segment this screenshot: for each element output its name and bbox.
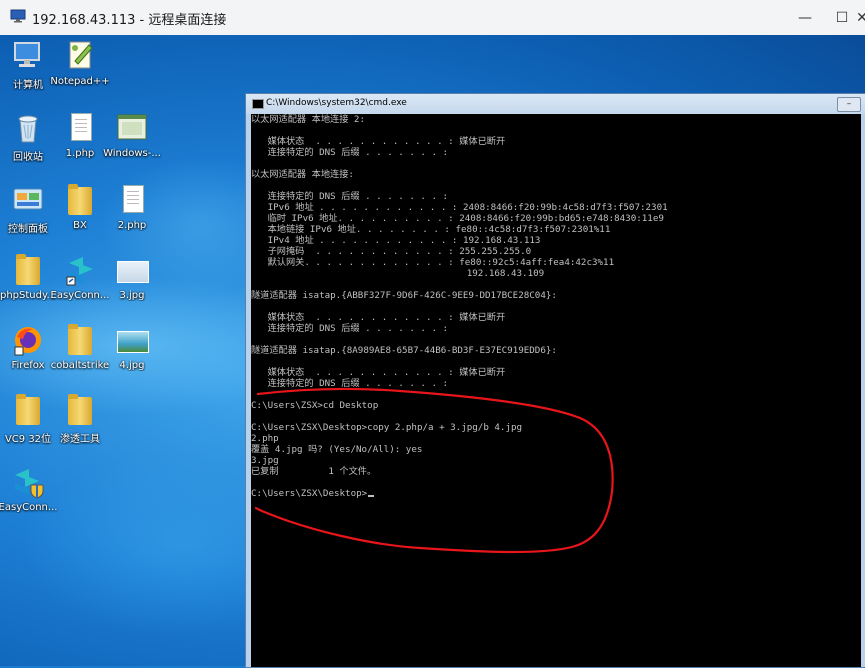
- console-line: 以太网适配器 本地连接:: [251, 169, 354, 180]
- console-line: 192.168.43.109: [251, 268, 545, 279]
- console-line: 连接特定的 DNS 后缀 . . . . . . . :: [251, 147, 449, 158]
- console-line: IPv6 地址 . . . . . . . . . . . . : 2408:8…: [251, 202, 668, 213]
- console-line: 隧道适配器 isatap.{8A989AE8-65B7-44B6-BD3F-E3…: [251, 345, 557, 356]
- close-button[interactable]: ✕: [852, 0, 865, 35]
- easyconnect-shield-icon: [15, 469, 44, 499]
- folder-icon: [68, 184, 92, 215]
- cmd-window-title: C:\Windows\system32\cmd.exe: [266, 98, 407, 108]
- console-line: 本地链接 IPv6 地址. . . . . . . . : fe80::4c58…: [251, 224, 611, 235]
- windows-app-icon: [117, 114, 147, 140]
- rdp-window-title: 192.168.43.113 - 远程桌面连接: [32, 13, 227, 28]
- console-cursor: [368, 495, 375, 497]
- image-file-icon: [117, 331, 149, 353]
- console-line: 覆盖 4.jpg 吗? (Yes/No/All): yes: [251, 444, 423, 455]
- desktop-icon-2-php[interactable]: 2.php: [100, 183, 164, 231]
- desktop-icon-3-jpg[interactable]: 3.jpg: [100, 253, 164, 301]
- console-output[interactable]: 以太网适配器 本地连接 2: 媒体状态 . . . . . . . . . . …: [251, 114, 861, 667]
- folder-icon: [68, 394, 92, 425]
- desktop-icon-notepad-plus-plus[interactable]: Notepad++: [48, 39, 112, 87]
- desktop-icon-windows-app[interactable]: Windows-...: [100, 111, 164, 159]
- remote-desktop-icon: [10, 9, 26, 23]
- console-line: 隧道适配器 isatap.{ABBF327F-9D6F-426C-9EE9-DD…: [251, 290, 557, 301]
- image-file-icon: [117, 261, 149, 283]
- console-line: 媒体状态 . . . . . . . . . . . . : 媒体已断开: [251, 312, 506, 323]
- console-line: C:\Users\ZSX\Desktop>copy 2.php/a + 3.jp…: [251, 422, 523, 433]
- cmd-window[interactable]: C:\Windows\system32\cmd.exe – 以太网适配器 本地连…: [245, 93, 865, 668]
- computer-icon: [14, 42, 40, 67]
- easyconnect-icon: [66, 257, 93, 286]
- cmd-app-icon: [252, 99, 264, 109]
- desktop-icon-4-jpg[interactable]: 4.jpg: [100, 323, 164, 371]
- desktop-icon-easyconnect-2[interactable]: EasyConn...: [0, 465, 60, 513]
- cmd-title-bar[interactable]: C:\Windows\system32\cmd.exe –: [246, 94, 865, 114]
- console-line: 媒体状态 . . . . . . . . . . . . : 媒体已断开: [251, 367, 506, 378]
- console-line: 连接特定的 DNS 后缀 . . . . . . . :: [251, 191, 449, 202]
- console-prompt-line[interactable]: C:\Users\ZSX\Desktop>: [251, 488, 375, 499]
- cmd-minimize-button[interactable]: –: [837, 97, 861, 112]
- console-line: 默认网关. . . . . . . . . . . . . : fe80::92…: [251, 257, 615, 268]
- console-line: 连接特定的 DNS 后缀 . . . . . . . :: [251, 378, 449, 389]
- php-file-icon: [123, 185, 144, 213]
- console-line: 已复制 1 个文件。: [251, 466, 377, 477]
- console-line: 子网掩码 . . . . . . . . . . . . : 255.255.2…: [251, 246, 532, 257]
- console-line: 临时 IPv6 地址. . . . . . . . . . : 2408:846…: [251, 213, 664, 224]
- notepad-plus-plus-icon: [69, 41, 93, 69]
- firefox-icon: [14, 327, 41, 356]
- folder-shortcut-icon: [16, 254, 40, 285]
- control-panel-icon: [13, 188, 43, 210]
- desktop-icon-pentest-tools-folder[interactable]: 渗透工具: [48, 393, 112, 445]
- console-line: 3.jpg: [251, 455, 279, 466]
- rdp-title-bar: 192.168.43.113 - 远程桌面连接 — ☐ ✕: [0, 0, 865, 35]
- console-line: 媒体状态 . . . . . . . . . . . . : 媒体已断开: [251, 136, 506, 147]
- console-line: IPv4 地址 . . . . . . . . . . . . : 192.16…: [251, 235, 541, 246]
- folder-icon: [16, 394, 40, 425]
- console-line: 连接特定的 DNS 后缀 . . . . . . . :: [251, 323, 449, 334]
- recycle-bin-icon: [18, 115, 38, 143]
- console-line: C:\Users\ZSX>cd Desktop: [251, 400, 379, 411]
- console-line: 以太网适配器 本地连接 2:: [251, 114, 365, 125]
- minimize-button[interactable]: —: [785, 0, 825, 35]
- php-file-icon: [71, 113, 92, 141]
- console-line: 2.php: [251, 433, 279, 444]
- folder-icon: [68, 324, 92, 355]
